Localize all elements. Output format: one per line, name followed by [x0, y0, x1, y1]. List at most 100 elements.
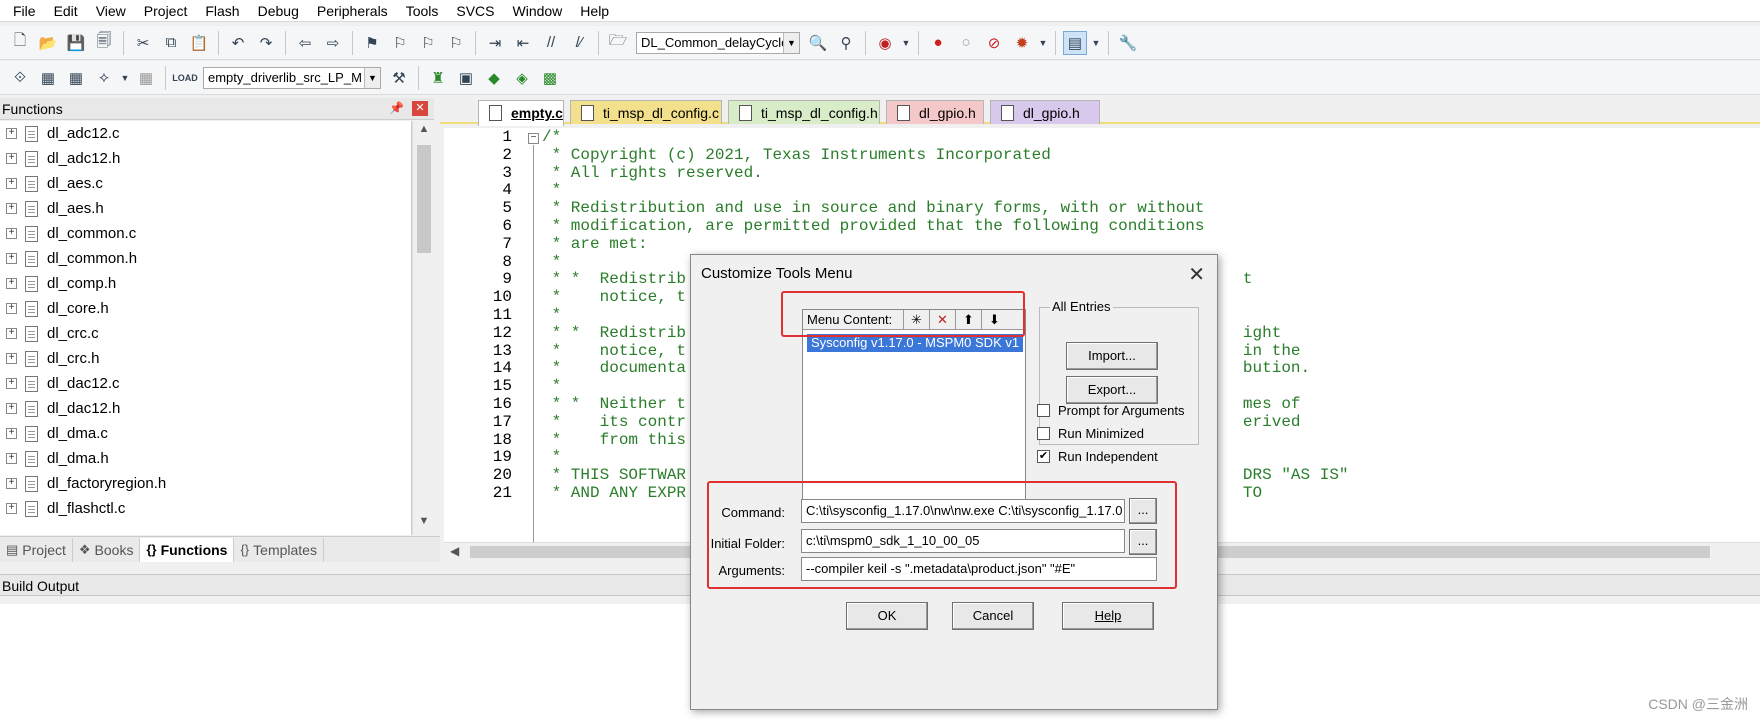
chevron-down-icon[interactable]: ▼ [783, 32, 799, 53]
tab-functions[interactable]: {} Functions [140, 537, 235, 562]
editor-tab[interactable]: dl_gpio.h [990, 100, 1100, 124]
nav-back-icon[interactable]: ⇦ [293, 31, 317, 55]
save-icon[interactable]: 💾 [64, 31, 88, 55]
batch-build-icon[interactable]: ⟡ [92, 66, 116, 90]
breakpoint-icon[interactable]: ● [926, 31, 950, 55]
menu-item[interactable]: Project [135, 0, 197, 22]
menu-item[interactable]: Debug [249, 0, 308, 22]
scroll-left-icon[interactable]: ◀ [450, 544, 459, 558]
import-button[interactable]: Import... [1066, 342, 1158, 370]
expand-icon[interactable]: + [6, 303, 17, 314]
bookmark-icon[interactable]: ⚑ [360, 31, 384, 55]
rte-icon[interactable]: ◈ [510, 66, 534, 90]
tab-books[interactable]: ❖ Books [73, 537, 141, 562]
expand-icon[interactable]: + [6, 453, 17, 464]
export-button[interactable]: Export... [1066, 376, 1158, 404]
fold-toggle-icon[interactable]: − [528, 133, 539, 144]
target-options-icon[interactable]: ⚒ [387, 66, 411, 90]
menu-item[interactable]: Help [571, 0, 618, 22]
tab-templates[interactable]: {} Templates [234, 537, 324, 562]
tree-item[interactable]: + dl_core.h [0, 296, 411, 321]
option-checkbox[interactable]: Run Minimized [1037, 426, 1144, 441]
undo-icon[interactable]: ↶ [226, 31, 250, 55]
chevron-down-icon[interactable]: ▼ [901, 31, 911, 55]
breakpoint-disable-icon[interactable]: ○ [954, 31, 978, 55]
load-icon[interactable]: LOAD [172, 66, 198, 90]
pack-installer-icon[interactable]: ◆ [482, 66, 506, 90]
bookmark-prev-icon[interactable]: ⚐ [388, 31, 412, 55]
expand-icon[interactable]: + [6, 353, 17, 364]
scroll-thumb[interactable] [417, 145, 431, 253]
tree-item[interactable]: + dl_common.h [0, 246, 411, 271]
bookmark-clear-icon[interactable]: ⚐ [444, 31, 468, 55]
expand-icon[interactable]: + [6, 403, 17, 414]
tree-item[interactable]: + dl_adc12.c [0, 121, 411, 146]
expand-icon[interactable]: + [6, 478, 17, 489]
cancel-button[interactable]: Cancel [952, 602, 1034, 630]
rebuild-icon[interactable]: ▦ [64, 66, 88, 90]
menu-item[interactable]: View [87, 0, 135, 22]
nav-forward-icon[interactable]: ⇨ [321, 31, 345, 55]
comment-icon[interactable]: // [539, 31, 563, 55]
expand-icon[interactable]: + [6, 328, 17, 339]
option-checkbox[interactable]: Prompt for Arguments [1037, 403, 1184, 418]
tree-item[interactable]: + dl_aes.h [0, 196, 411, 221]
copy-icon[interactable]: ⧉ [159, 31, 183, 55]
close-icon[interactable]: ✕ [1188, 262, 1205, 287]
menu-item[interactable]: Window [504, 0, 572, 22]
select-software-packs-icon[interactable]: ▣ [454, 66, 478, 90]
translate-icon[interactable]: ⟐ [8, 66, 32, 90]
tree-item[interactable]: + dl_comp.h [0, 271, 411, 296]
menu-item[interactable]: SVCS [447, 0, 503, 22]
scroll-up-icon[interactable]: ▲ [413, 123, 435, 141]
tree-item[interactable]: + dl_dac12.c [0, 371, 411, 396]
stop-build-icon[interactable]: ▦ [134, 66, 158, 90]
ok-button[interactable]: OK [846, 602, 928, 630]
build-icon[interactable]: ▦ [36, 66, 60, 90]
menu-item[interactable]: Peripherals [308, 0, 397, 22]
chevron-down-icon[interactable]: ▼ [364, 67, 380, 88]
open-file-icon[interactable]: 📂 [36, 31, 60, 55]
expand-icon[interactable]: + [6, 253, 17, 264]
chevron-down-icon[interactable]: ▼ [120, 66, 130, 90]
tree-item[interactable]: + dl_dma.h [0, 446, 411, 471]
expand-icon[interactable]: + [6, 228, 17, 239]
chevron-down-icon[interactable]: ▼ [1091, 31, 1101, 55]
menu-item[interactable]: Edit [45, 0, 87, 22]
expand-icon[interactable]: + [6, 178, 17, 189]
bookmark-next-icon[interactable]: ⚐ [416, 31, 440, 55]
close-icon[interactable]: ✕ [412, 101, 428, 116]
expand-icon[interactable]: + [6, 428, 17, 439]
editor-tab[interactable]: empty.c [478, 100, 564, 126]
menu-item[interactable]: File [4, 0, 45, 22]
tree-item[interactable]: + dl_dac12.h [0, 396, 411, 421]
expand-icon[interactable]: + [6, 203, 17, 214]
window-layout-icon[interactable]: ▤ [1063, 30, 1087, 55]
editor-tab[interactable]: dl_gpio.h [886, 100, 984, 124]
chevron-down-icon[interactable]: ▼ [1038, 31, 1048, 55]
functions-scrollbar[interactable]: ▲ ▼ [412, 121, 434, 535]
breakpoint-clear-icon[interactable]: ✹ [1010, 31, 1034, 55]
uncomment-icon[interactable]: /⁄ [567, 31, 591, 55]
tab-project[interactable]: ▤ Project [0, 537, 73, 562]
tree-item[interactable]: + dl_common.c [0, 221, 411, 246]
editor-tab[interactable]: ti_msp_dl_config.c [570, 100, 722, 124]
expand-icon[interactable]: + [6, 378, 17, 389]
menu-item[interactable]: Flash [196, 0, 248, 22]
menu-item[interactable]: Tools [397, 0, 448, 22]
option-checkbox[interactable]: ✔ Run Independent [1037, 449, 1158, 464]
target-combo[interactable]: empty_driverlib_src_LP_M ▼ [203, 66, 381, 89]
manage-components-icon[interactable]: ♜ [426, 66, 450, 90]
expand-icon[interactable]: + [6, 278, 17, 289]
unindent-icon[interactable]: ⇤ [511, 31, 535, 55]
tree-item[interactable]: + dl_crc.c [0, 321, 411, 346]
save-all-icon[interactable]: 🗐 [92, 31, 116, 55]
incremental-find-icon[interactable]: ⚲ [834, 31, 858, 55]
configure-icon[interactable]: 🔧 [1116, 31, 1140, 55]
scroll-down-icon[interactable]: ▼ [413, 515, 435, 533]
checkbox-icon[interactable]: ✔ [1037, 450, 1050, 463]
pack-manager-icon[interactable]: ▩ [538, 66, 562, 90]
editor-tab[interactable]: ti_msp_dl_config.h [728, 100, 880, 124]
tree-item[interactable]: + dl_adc12.h [0, 146, 411, 171]
pin-icon[interactable]: 📌 [389, 101, 404, 115]
